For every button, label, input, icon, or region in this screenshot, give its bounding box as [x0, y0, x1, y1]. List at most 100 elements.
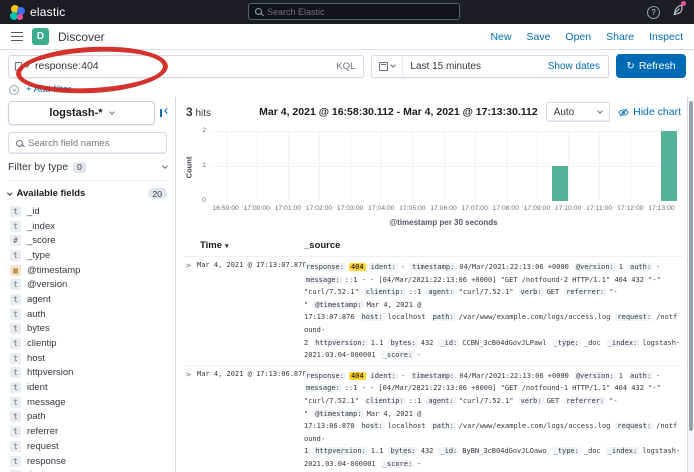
query-bar: KQL Last 15 minutes Show dates ↻ Refresh — [0, 50, 694, 82]
field-item-_type[interactable]: t _type — [0, 248, 175, 263]
share-button[interactable]: Share — [606, 31, 634, 43]
inspect-button[interactable]: Inspect — [649, 31, 683, 43]
elastic-logo[interactable]: elastic — [10, 5, 65, 20]
x-tick-label: 16:59:00 — [212, 205, 238, 212]
filter-bar: + Add filter — [0, 82, 694, 97]
available-fields-header[interactable]: Available fields 20 — [0, 181, 175, 204]
discover-main: 3 hits Mar 4, 2021 @ 16:58:30.112 - Mar … — [176, 97, 687, 472]
new-button[interactable]: New — [490, 31, 511, 43]
index-pattern-selector[interactable]: logstash-* — [8, 101, 155, 125]
hide-chart-button[interactable]: Hide chart — [618, 106, 681, 118]
field-name: agent — [27, 294, 51, 305]
vertical-scrollbar[interactable] — [687, 97, 694, 472]
field-item-_id[interactable]: t_id — [0, 204, 175, 219]
field-search-input[interactable] — [28, 138, 159, 149]
scrollbar-thumb[interactable] — [689, 101, 693, 431]
source-field-key: request: — [615, 313, 653, 321]
x-tick-label: 17:00:00 — [243, 205, 269, 212]
source-field-key: timestamp: — [410, 372, 456, 380]
field-item-referrer[interactable]: treferrer — [0, 424, 175, 439]
source-field-value: GET — [547, 397, 560, 405]
refresh-button[interactable]: ↻ Refresh — [616, 54, 686, 78]
source-field-key: bytes: — [388, 339, 417, 347]
query-language-toggle[interactable]: KQL — [328, 61, 363, 72]
saved-queries-icon[interactable] — [9, 62, 35, 71]
field-item-_score[interactable]: #_score — [0, 233, 175, 248]
field-item-request[interactable]: trequest — [0, 439, 175, 454]
newsfeed-icon[interactable] — [672, 3, 684, 21]
source-field-key: httpversion: — [313, 447, 368, 455]
histogram-bar[interactable] — [552, 166, 568, 201]
x-tick-label: 17:03:00 — [337, 205, 363, 212]
fields-sidebar: logstash-* Filter by type 0 Available fi… — [0, 97, 176, 472]
eye-slash-icon — [618, 107, 629, 118]
field-item-host[interactable]: thost — [0, 351, 175, 366]
field-item-_index[interactable]: t_index — [0, 219, 175, 234]
time-range-value[interactable]: Last 15 minutes — [403, 61, 481, 72]
filter-by-type[interactable]: Filter by type 0 — [8, 161, 167, 181]
field-type-icon: t — [10, 250, 21, 261]
y-tick-label: 2 — [192, 127, 206, 134]
global-search-input[interactable] — [267, 7, 453, 17]
field-type-icon: t — [10, 411, 21, 422]
search-icon — [16, 140, 23, 147]
available-fields-label: Available fields — [17, 188, 86, 199]
source-field-value: 432 — [421, 447, 434, 455]
field-item-response[interactable]: tresponse — [0, 454, 175, 469]
save-button[interactable]: Save — [526, 31, 550, 43]
open-button[interactable]: Open — [565, 31, 591, 43]
source-field-key: clientip: — [364, 397, 406, 405]
add-filter-button[interactable]: + Add filter — [26, 84, 71, 95]
field-name: path — [27, 411, 46, 422]
source-field-key: ident: — [369, 263, 398, 271]
interval-value: Auto — [554, 107, 575, 118]
expand-row-icon[interactable]: > — [184, 370, 197, 471]
field-type-icon: # — [10, 235, 21, 246]
source-field-value: _doc — [584, 339, 601, 347]
nav-actions: New Save Open Share Inspect — [490, 31, 683, 43]
interval-select[interactable]: Auto — [546, 102, 610, 122]
field-item-ident[interactable]: tident — [0, 380, 175, 395]
help-icon[interactable]: ? — [647, 6, 660, 19]
column-time[interactable]: Time ▾ — [184, 240, 304, 251]
source-field-key: _id: — [438, 447, 459, 455]
field-item-@timestamp[interactable]: ▦@timestamp — [0, 263, 175, 278]
field-type-icon: t — [10, 309, 21, 320]
global-search[interactable] — [248, 3, 460, 20]
source-field-key: agent: — [426, 397, 455, 405]
source-field-value: - — [656, 372, 660, 380]
field-item-clientip[interactable]: tclientip — [0, 336, 175, 351]
menu-icon[interactable] — [11, 32, 23, 42]
field-search[interactable] — [8, 132, 167, 154]
field-item-@version[interactable]: t@version — [0, 277, 175, 292]
y-tick-label: 1 — [192, 162, 206, 169]
source-field-key: bytes: — [388, 447, 417, 455]
expand-row-icon[interactable]: > — [184, 261, 197, 362]
show-dates-link[interactable]: Show dates — [548, 61, 608, 72]
chevron-down-icon — [162, 163, 168, 169]
field-item-path[interactable]: tpath — [0, 410, 175, 425]
field-item-message[interactable]: tmessage — [0, 395, 175, 410]
field-item-auth[interactable]: tauth — [0, 307, 175, 322]
source-field-key: @timestamp: — [313, 410, 363, 418]
calendar-icon[interactable] — [372, 56, 403, 77]
field-item-bytes[interactable]: tbytes — [0, 322, 175, 337]
source-field-key: timestamp: — [410, 263, 456, 271]
x-tick-label: 17:02:00 — [306, 205, 332, 212]
field-item-httpversion[interactable]: thttpversion — [0, 366, 175, 381]
field-type-icon: t — [10, 426, 21, 437]
histogram-bar[interactable] — [661, 131, 677, 201]
field-name: _type — [27, 250, 50, 261]
page-title: Discover — [58, 30, 105, 44]
query-input[interactable] — [35, 60, 328, 72]
x-tick-label: 17:08:00 — [493, 205, 519, 212]
histogram-chart[interactable]: Count 210 16:59:0017:00:0017:01:0017:02:… — [184, 127, 683, 231]
field-item-agent[interactable]: tagent — [0, 292, 175, 307]
search-icon — [255, 8, 262, 15]
sort-desc-icon[interactable]: ▾ — [225, 242, 229, 250]
field-type-icon: t — [10, 353, 21, 364]
x-axis-ticks: 16:59:0017:00:0017:01:0017:02:0017:03:00… — [210, 205, 677, 215]
collapse-sidebar-icon[interactable] — [160, 108, 170, 118]
field-item-timestamp[interactable]: ttimestamp — [0, 468, 175, 472]
filter-menu-icon[interactable] — [9, 85, 19, 95]
